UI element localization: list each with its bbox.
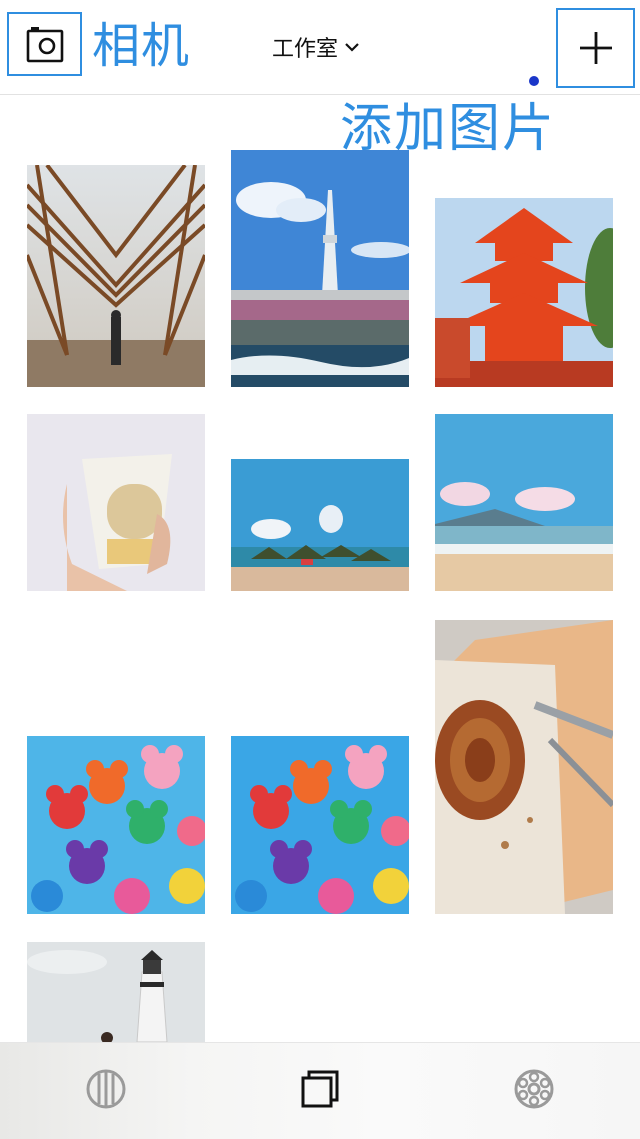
camera-annotation: 相机 bbox=[92, 18, 191, 74]
tab-grid[interactable] bbox=[82, 1065, 130, 1113]
pudding-cup-photo[interactable] bbox=[27, 414, 205, 591]
grid-circle-icon bbox=[86, 1069, 126, 1109]
beach-umbrellas-photo[interactable] bbox=[231, 459, 409, 591]
top-bar: 相机 工作室 bbox=[0, 0, 640, 95]
tokyo-skytree-photo[interactable] bbox=[231, 150, 409, 387]
tab-library[interactable] bbox=[296, 1065, 344, 1113]
plus-icon bbox=[579, 32, 612, 64]
bottom-tab-bar bbox=[0, 1042, 640, 1139]
mickey-balloons-photo-1[interactable] bbox=[27, 736, 205, 914]
mickey-balloons-photo-2[interactable] bbox=[231, 736, 409, 914]
pastry-plate-photo[interactable] bbox=[435, 620, 613, 914]
wooden-pavilion-photo[interactable] bbox=[27, 165, 205, 387]
active-tab-indicator bbox=[529, 76, 539, 86]
camera-icon bbox=[26, 27, 63, 63]
red-pagoda-photo[interactable] bbox=[435, 198, 613, 387]
lighthouse-photo[interactable] bbox=[27, 942, 205, 1042]
beach-shore-photo[interactable] bbox=[435, 414, 613, 591]
add-photo-button[interactable] bbox=[556, 8, 635, 88]
camera-button[interactable] bbox=[7, 12, 82, 76]
album-selector[interactable]: 工作室 bbox=[272, 32, 360, 62]
layers-icon bbox=[301, 1070, 339, 1108]
tab-settings[interactable] bbox=[510, 1065, 558, 1113]
chevron-down-icon bbox=[345, 43, 359, 52]
album-title: 工作室 bbox=[272, 37, 339, 62]
settings-wheel-icon bbox=[514, 1069, 554, 1109]
